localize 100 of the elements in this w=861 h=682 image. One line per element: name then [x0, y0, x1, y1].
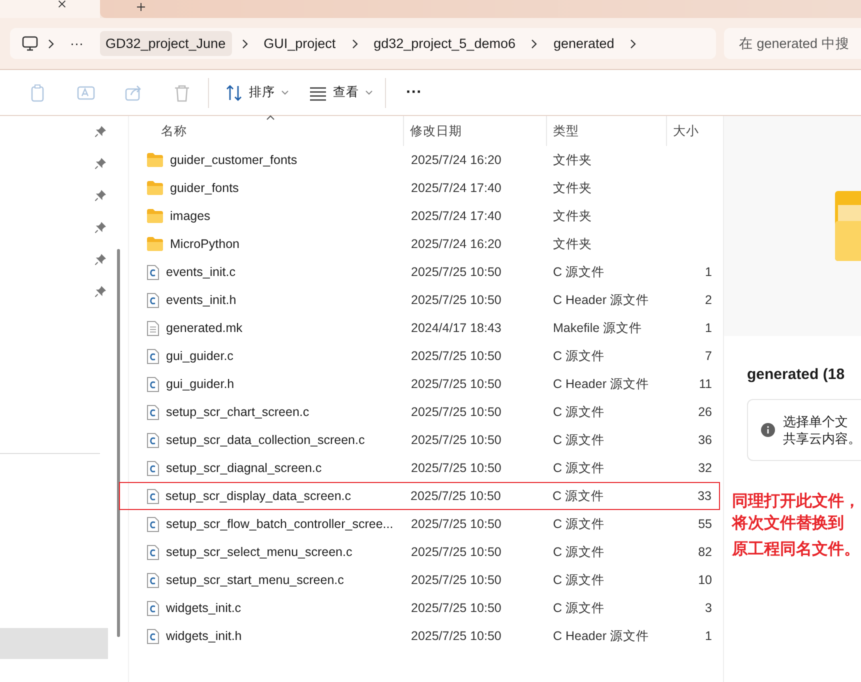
modified-date: 2025/7/25 10:50	[410, 545, 502, 559]
file-size: 32	[698, 461, 712, 475]
file-type: 文件夹	[552, 236, 593, 252]
file-name[interactable]: setup_scr_display_data_screen.c	[166, 489, 352, 503]
sort-caret-icon	[266, 115, 275, 120]
annotation-text: 同理打开此文件，将次文件替换到	[732, 491, 861, 534]
view-button[interactable]: 查看	[299, 80, 383, 106]
modified-date: 2025/7/25 10:50	[410, 293, 502, 307]
file-size: 82	[698, 545, 712, 559]
file-type: C 源文件	[552, 264, 606, 280]
computer-icon[interactable]	[22, 36, 38, 51]
file-type: C 源文件	[552, 488, 605, 504]
column-header[interactable]: 修改日期	[404, 116, 547, 146]
file-name[interactable]: images	[170, 209, 210, 223]
pin-icon[interactable]	[95, 158, 106, 169]
c-file-icon	[147, 292, 159, 308]
file-name[interactable]: setup_scr_data_collection_screen.c	[166, 433, 365, 447]
details-title: generated (18	[746, 365, 846, 383]
file-name[interactable]: setup_scr_start_menu_screen.c	[166, 573, 344, 587]
file-type: C 源文件	[552, 572, 606, 588]
file-name[interactable]: widgets_init.h	[166, 629, 242, 643]
address-bar[interactable]: ··· GD32_project_June GUI_project gd32_project_5_demo6 generated	[10, 28, 716, 59]
modified-date: 2025/7/25 10:50	[410, 405, 502, 419]
file-size: 7	[705, 349, 712, 363]
file-name[interactable]: MicroPython	[170, 237, 240, 251]
info-text: 共享云内容。	[783, 430, 861, 447]
file-type: 文件夹	[552, 208, 593, 224]
file-name[interactable]: widgets_init.c	[166, 601, 242, 615]
breadcrumb[interactable]: GD32_project_June	[100, 31, 232, 56]
file-type: C 源文件	[552, 544, 606, 560]
sort-button[interactable]: 排序	[215, 80, 299, 106]
file-type: C Header 源文件	[552, 376, 650, 392]
text-file-icon	[147, 320, 159, 336]
modified-date: 2025/7/24 17:40	[410, 181, 502, 195]
c-file-icon	[147, 432, 159, 448]
more-button[interactable]: ···	[392, 84, 436, 102]
file-name[interactable]: guider_customer_fonts	[170, 153, 298, 167]
breadcrumb[interactable]: generated	[547, 31, 620, 56]
file-type: C 源文件	[552, 600, 606, 616]
file-type: 文件夹	[552, 152, 593, 168]
chevron-icon	[242, 38, 248, 48]
modified-date: 2025/7/25 10:50	[410, 349, 502, 363]
file-size: 3	[705, 601, 712, 615]
modified-date: 2025/7/25 10:50	[410, 265, 502, 279]
folder-icon	[835, 191, 861, 261]
file-name[interactable]: generated.mk	[166, 321, 242, 335]
file-name[interactable]: guider_fonts	[170, 181, 239, 195]
c-file-icon	[147, 404, 159, 420]
column-header[interactable]: 大小	[667, 116, 722, 146]
folder-icon	[147, 153, 163, 167]
file-type: 文件夹	[552, 180, 593, 196]
c-file-icon	[147, 600, 159, 616]
pin-icon[interactable]	[95, 286, 106, 297]
plus-icon[interactable]	[136, 3, 146, 11]
file-name[interactable]: setup_scr_flow_batch_controller_scree...	[166, 517, 394, 531]
c-file-icon	[147, 516, 159, 532]
modified-date: 2025/7/24 17:40	[410, 209, 502, 223]
file-name[interactable]: setup_scr_chart_screen.c	[166, 405, 310, 419]
file-name[interactable]: gui_guider.c	[166, 349, 234, 363]
file-type: C 源文件	[552, 404, 606, 420]
modified-date: 2025/7/25 10:50	[410, 377, 502, 391]
annotation-text: 原工程同名文件。	[732, 539, 860, 560]
pin-icon[interactable]	[95, 254, 106, 265]
pin-icon[interactable]	[95, 222, 106, 233]
c-file-icon	[147, 348, 159, 364]
close-icon[interactable]	[57, 0, 67, 8]
pin-icon[interactable]	[95, 126, 106, 137]
c-file-icon	[147, 460, 159, 476]
file-size: 26	[698, 405, 712, 419]
file-size: 1	[705, 321, 712, 335]
file-name[interactable]: setup_scr_diagnal_screen.c	[166, 461, 322, 475]
chevron-icon	[48, 38, 54, 48]
file-size: 1	[705, 629, 712, 643]
folder-icon	[147, 181, 163, 195]
sort-icon	[225, 84, 243, 102]
c-file-icon	[147, 572, 159, 588]
file-name[interactable]: setup_scr_select_menu_screen.c	[166, 545, 352, 559]
scrollbar[interactable]	[117, 249, 120, 637]
c-file-icon	[146, 488, 158, 504]
pin-icon[interactable]	[95, 190, 106, 201]
column-header[interactable]: 名称	[129, 116, 404, 146]
breadcrumb[interactable]: GUI_project	[258, 31, 342, 56]
modified-date: 2025/7/24 16:20	[410, 153, 502, 167]
more-path-button[interactable]: ···	[64, 31, 90, 56]
file-type: C Header 源文件	[552, 292, 650, 308]
file-size: 36	[698, 433, 712, 447]
file-type: C 源文件	[552, 348, 606, 364]
modified-date: 2025/7/25 10:50	[410, 517, 502, 531]
file-size: 11	[699, 377, 712, 391]
search-field[interactable]: 在 generated 中搜	[724, 28, 861, 59]
file-type: C 源文件	[552, 432, 606, 448]
file-size: 55	[698, 517, 712, 531]
column-header[interactable]: 类型	[547, 116, 667, 146]
breadcrumb[interactable]: gd32_project_5_demo6	[368, 31, 522, 56]
file-size: 33	[698, 489, 712, 503]
file-name[interactable]: events_init.h	[166, 293, 236, 307]
file-type: Makefile 源文件	[552, 320, 644, 336]
file-type: C 源文件	[552, 516, 606, 532]
file-name[interactable]: events_init.c	[166, 265, 236, 279]
file-name[interactable]: gui_guider.h	[166, 377, 234, 391]
